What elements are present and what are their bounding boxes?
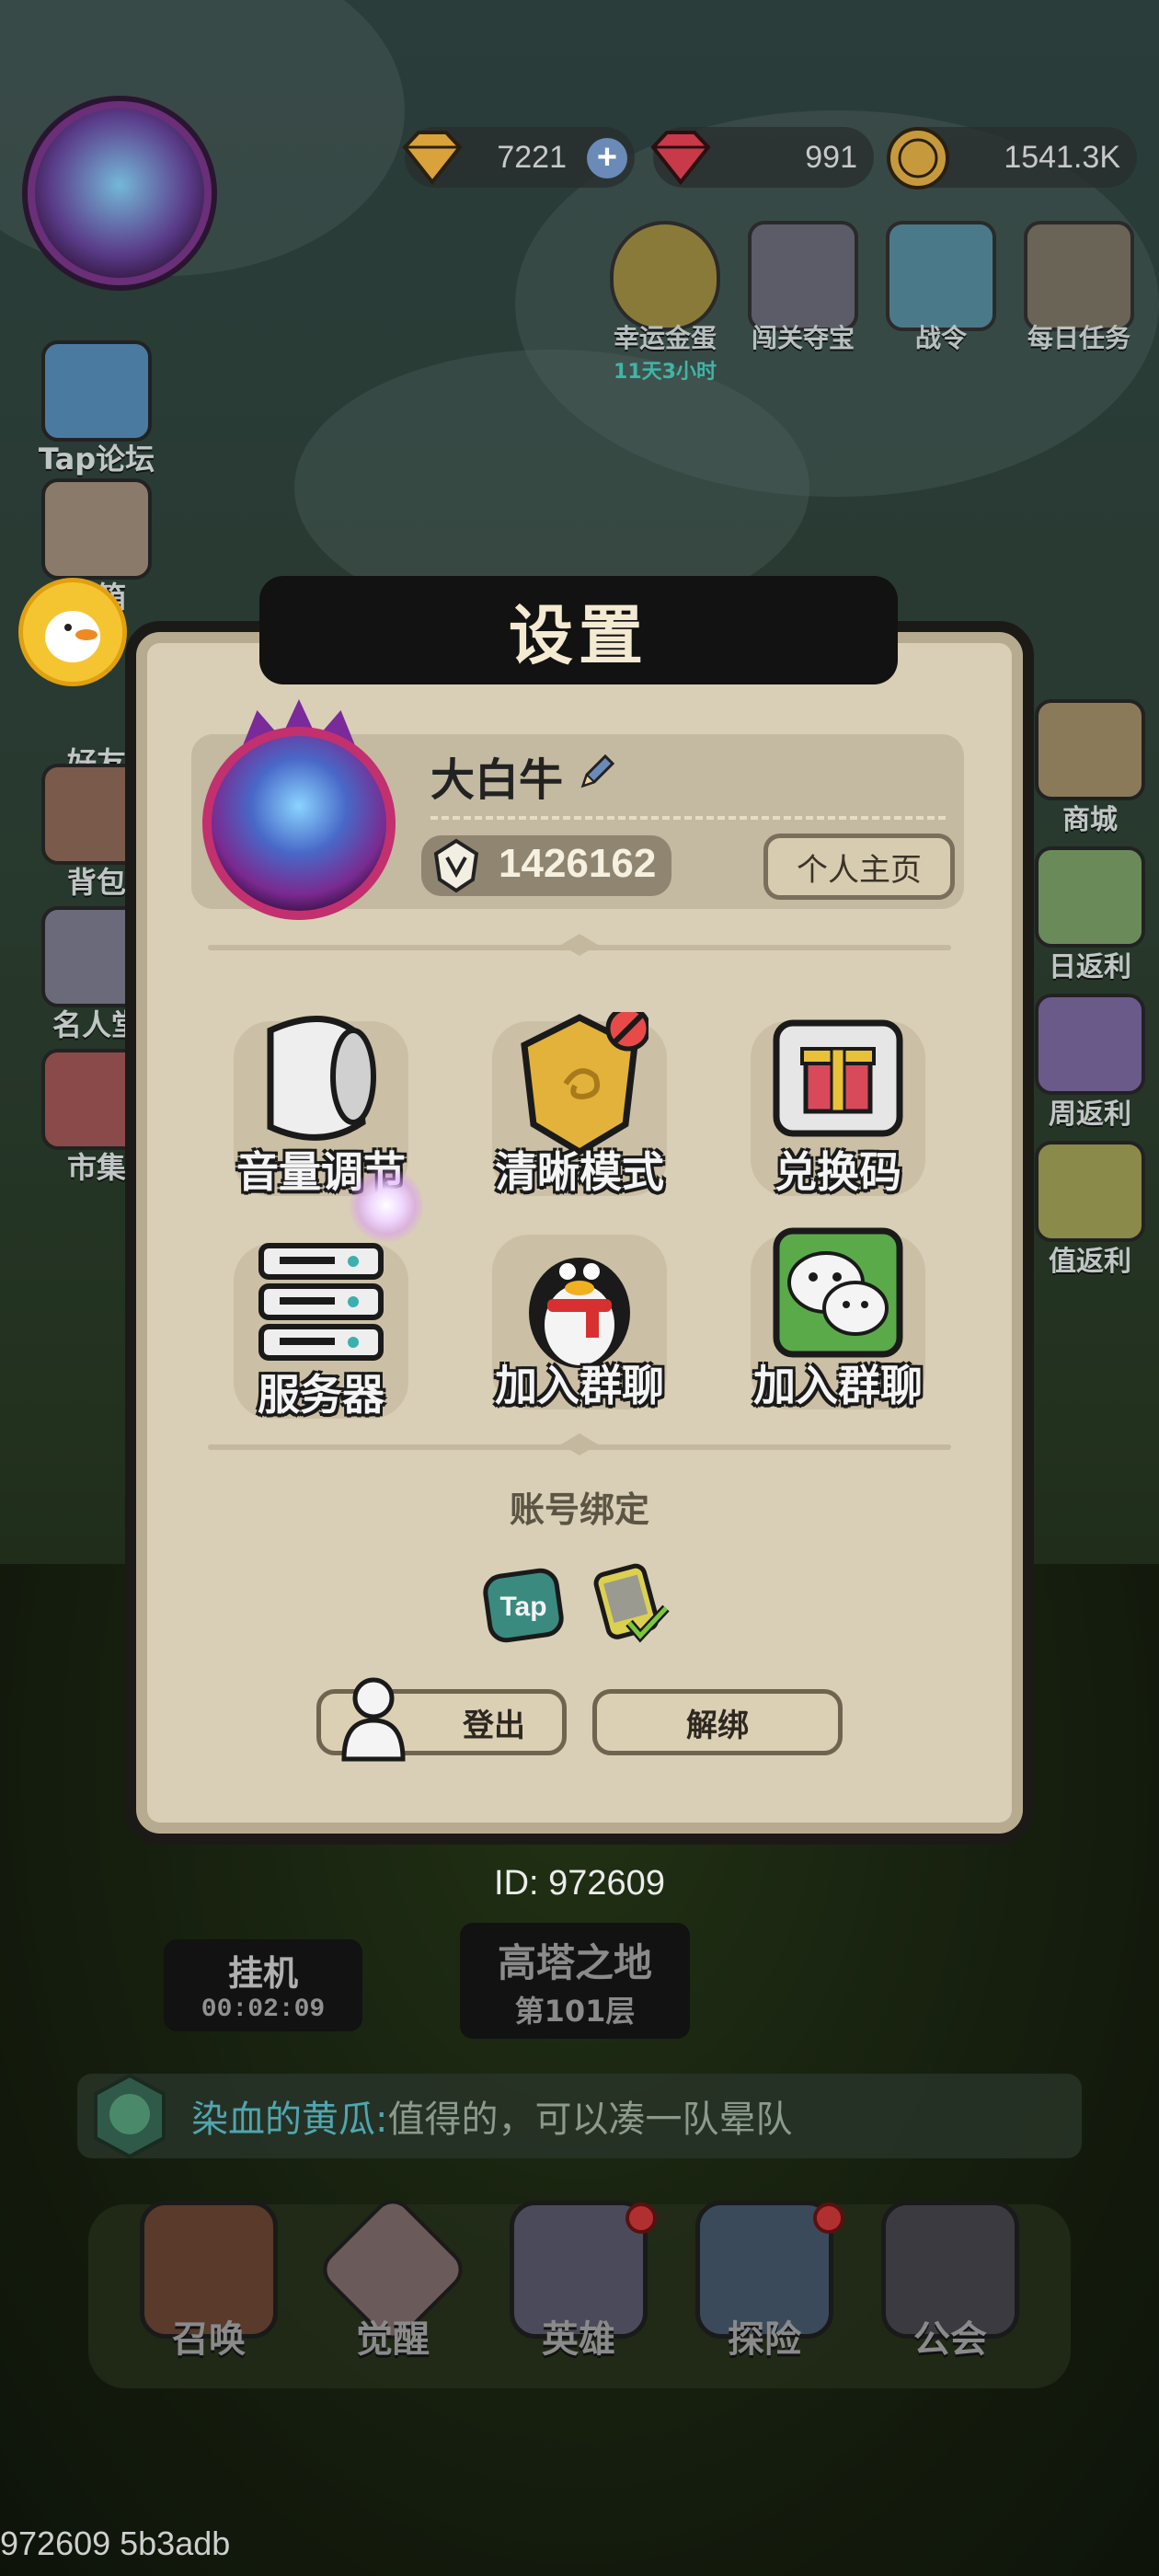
player-id: ID: 972609 — [494, 1864, 665, 1903]
add-gold-button[interactable]: + — [587, 138, 627, 178]
nav-guild[interactable]: 公会 — [872, 2201, 1028, 2385]
power-icon — [433, 838, 479, 893]
lucky-egg-label: 幸运金蛋 — [613, 323, 717, 353]
dialog-title-bar: 设置 — [259, 576, 898, 684]
pencil-icon[interactable] — [576, 751, 618, 793]
taptap-icon[interactable]: Tap — [482, 1564, 565, 1647]
flag-icon — [886, 221, 996, 331]
clarity-label: 清晰模式 — [495, 1147, 664, 1197]
profile-avatar[interactable] — [184, 699, 405, 929]
chat-username: 染血的黄瓜: — [191, 2099, 388, 2141]
envelope-icon — [41, 478, 152, 580]
redeem-code-button[interactable]: 兑换码 — [723, 1003, 953, 1214]
taptap-label: Tap — [499, 1592, 546, 1622]
tower-floor: 第101层 — [514, 1994, 636, 2029]
wechat-icon — [773, 1227, 903, 1358]
gem-resource: 991 — [650, 127, 874, 188]
idle-label: 挂机 — [227, 1953, 298, 1994]
shop-button[interactable]: 商城 — [1021, 699, 1159, 837]
dialog-title: 设置 — [509, 597, 648, 673]
heroes-notification-dot — [625, 2202, 657, 2234]
gold-resource: 7221 + — [402, 127, 635, 188]
section-divider — [208, 934, 951, 956]
red-gem-icon — [650, 131, 711, 186]
tower-label: 高塔之地 — [497, 1940, 652, 1985]
nav-summon[interactable]: 召唤 — [131, 2201, 287, 2385]
book-icon — [1024, 221, 1134, 331]
account-binding-title: 账号绑定 — [509, 1489, 649, 1530]
phone-bound-icon[interactable] — [589, 1562, 671, 1645]
watch-icon — [1035, 1141, 1145, 1242]
qq-penguin-icon — [529, 1258, 630, 1368]
join-qq-label: 加入群聊 — [495, 1361, 664, 1410]
debug-build-text: 972609 5b3adb — [0, 2524, 231, 2562]
weekly-rebate-button[interactable]: 周返利 — [1021, 994, 1159, 1132]
stage-treasure-label: 闯关夺宝 — [751, 323, 855, 353]
tap-forum-button[interactable]: Tap论坛 — [28, 340, 166, 478]
chat-avatar-icon — [94, 2073, 166, 2159]
personal-home-button[interactable]: 个人主页 — [763, 834, 955, 900]
unbind-button[interactable]: 解绑 — [592, 1689, 843, 1755]
gold-gem-icon — [402, 131, 463, 186]
gift-box-icon — [1035, 846, 1145, 948]
player-avatar[interactable] — [28, 101, 212, 285]
shield-icon — [521, 1012, 648, 1156]
server-icon — [258, 1243, 384, 1361]
clarity-mode-button[interactable]: 清晰模式 — [465, 1003, 694, 1214]
tower-status[interactable]: 高塔之地 第101层 — [460, 1923, 690, 2039]
server-label: 服务器 — [258, 1370, 384, 1420]
coin-resource: 1541.3K — [887, 127, 1137, 190]
player-name: 大白牛 — [430, 754, 564, 806]
chat-bar[interactable]: 染血的黄瓜: 值得的，可以凑一队晕队 — [77, 2074, 1082, 2158]
gift-box-icon — [1035, 994, 1145, 1095]
explore-notification-dot — [813, 2202, 844, 2234]
join-wechat-group-button[interactable]: 加入群聊 — [723, 1216, 953, 1428]
nav-awaken[interactable]: 觉醒 — [315, 2191, 471, 2385]
join-qq-group-button[interactable]: 加入群聊 — [465, 1216, 694, 1428]
avatar-frame — [202, 727, 396, 920]
chat-bubble-icon — [41, 340, 152, 442]
tap-sparkle-effect — [350, 1168, 423, 1242]
lucky-egg-timer: 11天3小时 — [614, 361, 717, 384]
lucky-egg-button[interactable]: 幸运金蛋 11天3小时 — [596, 221, 734, 384]
redeem-code-label: 兑换码 — [775, 1147, 901, 1197]
profile-divider — [430, 816, 946, 820]
egg-icon — [610, 221, 720, 331]
daily-rebate-button[interactable]: 日返利 — [1021, 846, 1159, 984]
section-divider — [208, 1433, 951, 1455]
power-value: 1426162 — [499, 841, 657, 886]
topup-rebate-button[interactable]: 值返利 — [1021, 1141, 1159, 1279]
person-icon — [341, 1677, 406, 1762]
battle-pass-button[interactable]: 战令 — [872, 221, 1010, 377]
daily-task-label: 每日任务 — [1027, 323, 1130, 353]
chat-message: 值得的，可以凑一队晕队 — [387, 2099, 793, 2141]
battle-pass-label: 战令 — [914, 323, 967, 353]
server-button[interactable]: 服务器 — [206, 1225, 436, 1437]
gift-icon — [773, 1019, 903, 1137]
shop-bag-icon — [1035, 699, 1145, 800]
coin-icon — [887, 127, 949, 190]
wolf-icon — [748, 221, 858, 331]
speaker-icon — [267, 1016, 376, 1141]
join-wechat-label: 加入群聊 — [753, 1361, 923, 1410]
idle-status[interactable]: 挂机 00:02:09 — [164, 1939, 362, 2031]
daily-task-button[interactable]: 每日任务 — [1010, 221, 1148, 377]
stage-treasure-button[interactable]: 闯关夺宝 — [734, 221, 872, 377]
idle-timer: 00:02:09 — [201, 1995, 326, 2024]
